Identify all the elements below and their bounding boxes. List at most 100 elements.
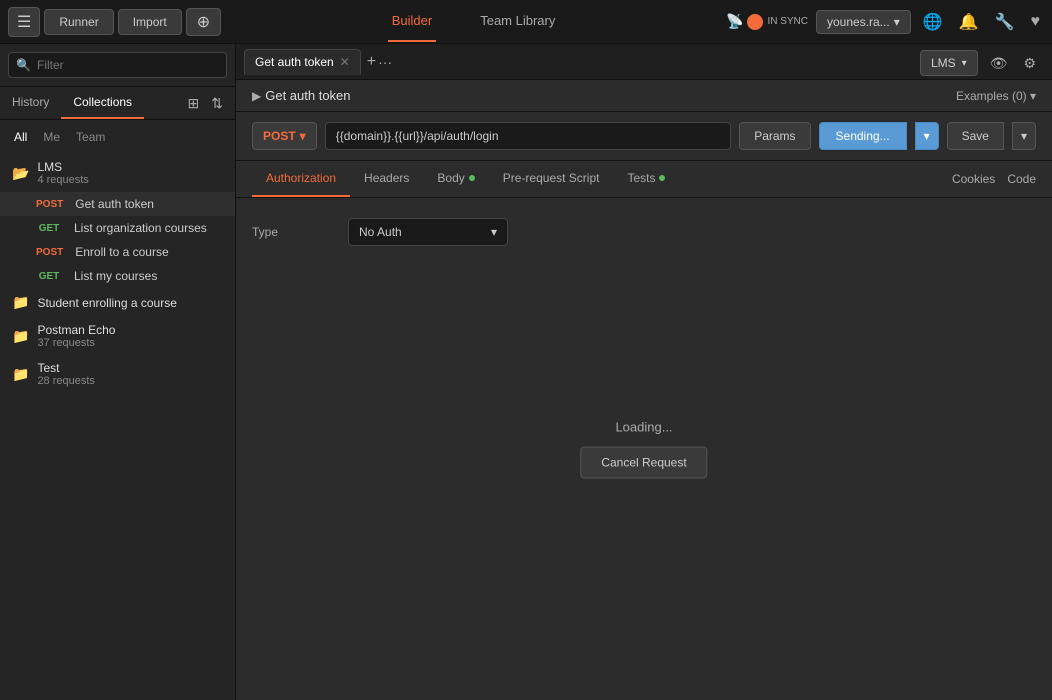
bell-icon[interactable]: 🔔 <box>955 8 983 36</box>
tab-add-button[interactable]: + <box>367 53 376 71</box>
topbar-left: ☰ Runner Import ⊕ <box>8 7 221 37</box>
sidebar-filter-area: 🔍 <box>0 44 235 87</box>
sidebar-tab-bar: History Collections ⊞ ⇅ <box>0 87 235 120</box>
import-button[interactable]: Import <box>118 9 182 35</box>
send-dropdown-button[interactable]: ▾ <box>915 122 939 150</box>
collection-postman[interactable]: 📁 Postman Echo 37 requests <box>0 317 235 355</box>
subtab-authorization[interactable]: Authorization <box>252 161 350 197</box>
type-value: No Auth <box>359 225 402 239</box>
body-dot <box>469 175 475 181</box>
subtab-headers-label: Headers <box>364 171 409 185</box>
collection-lms[interactable]: 📂 LMS 4 requests <box>0 154 235 192</box>
workspace-selector[interactable]: LMS ▾ <box>920 50 978 76</box>
request-list-my-courses[interactable]: GET List my courses <box>0 264 235 288</box>
tab-more-button[interactable]: ··· <box>378 54 392 70</box>
sort-button[interactable]: ⇅ <box>207 93 227 114</box>
subtab-tests[interactable]: Tests <box>613 161 679 197</box>
loading-overlay: Loading... Cancel Request <box>580 420 707 479</box>
tab-team-library[interactable]: Team Library <box>476 1 559 42</box>
send-button[interactable]: Sending... <box>819 122 907 150</box>
wrench-icon[interactable]: 🔧 <box>991 8 1019 36</box>
user-menu-button[interactable]: younes.ra... ▾ <box>816 10 911 34</box>
topbar-center: Builder Team Library <box>225 1 722 42</box>
request-name-get-auth: Get auth token <box>75 197 154 211</box>
collection-postman-info: Postman Echo 37 requests <box>37 323 115 349</box>
tab-get-auth-token[interactable]: Get auth token ✕ <box>244 49 361 75</box>
collection-student[interactable]: 📁 Student enrolling a course ··· <box>0 288 235 317</box>
filter-input[interactable] <box>8 52 227 78</box>
examples-label: Examples (0) <box>956 89 1027 103</box>
request-name-list-my: List my courses <box>74 269 157 283</box>
type-select[interactable]: No Auth ▾ <box>348 218 508 246</box>
main-layout: 🔍 History Collections ⊞ ⇅ All Me Team 📂 <box>0 44 1052 700</box>
code-link[interactable]: Code <box>1007 172 1036 186</box>
request-list-org-courses[interactable]: GET List organization courses <box>0 216 235 240</box>
request-get-auth-token[interactable]: POST Get auth token <box>0 192 235 216</box>
subtab-body[interactable]: Body <box>423 161 488 197</box>
params-button[interactable]: Params <box>739 122 810 150</box>
save-button[interactable]: Save <box>947 122 1004 150</box>
sync-dot <box>747 14 763 30</box>
collection-lms-meta: 4 requests <box>37 174 88 186</box>
runner-button[interactable]: Runner <box>44 9 113 35</box>
tab-history[interactable]: History <box>0 87 61 119</box>
new-collection-button[interactable]: ⊞ <box>184 93 204 114</box>
collections-list: 📂 LMS 4 requests POST Get auth token GET… <box>0 146 235 700</box>
collection-postman-name: Postman Echo <box>37 323 115 337</box>
save-dropdown-button[interactable]: ▾ <box>1012 122 1036 150</box>
method-select[interactable]: POST ▾ <box>252 122 317 150</box>
subtab-prerequest[interactable]: Pre-request Script <box>489 161 614 197</box>
examples-link[interactable]: Examples (0) ▾ <box>956 89 1036 103</box>
loading-text: Loading... <box>615 420 672 435</box>
seg-me[interactable]: Me <box>37 128 66 146</box>
subtab-prereq-label: Pre-request Script <box>503 171 600 185</box>
sync-status: 📡 IN SYNC <box>726 13 808 30</box>
sidebar: 🔍 History Collections ⊞ ⇅ All Me Team 📂 <box>0 44 236 700</box>
tab-collections[interactable]: Collections <box>61 87 144 119</box>
collection-test[interactable]: 📁 Test 28 requests <box>0 355 235 393</box>
folder-closed-icon-3: 📁 <box>12 366 29 383</box>
method-post-badge-2: POST <box>32 246 67 259</box>
new-tab-button[interactable]: ⊕ <box>186 8 221 36</box>
content-body: Type No Auth ▾ Loading... Cancel Request <box>236 198 1052 700</box>
workspace-label: LMS <box>931 56 956 70</box>
subtab-auth-label: Authorization <box>266 171 336 185</box>
collection-test-info: Test 28 requests <box>37 361 94 387</box>
user-label: younes.ra... <box>827 15 890 29</box>
cookies-link[interactable]: Cookies <box>952 172 995 186</box>
folder-closed-icon-2: 📁 <box>12 328 29 345</box>
settings-icon[interactable]: ⚙ <box>1019 51 1040 76</box>
cancel-request-button[interactable]: Cancel Request <box>580 447 707 479</box>
tab-close-button[interactable]: ✕ <box>340 56 350 68</box>
globe-icon[interactable]: 🌐 <box>919 8 947 36</box>
sidebar-actions: ⊞ ⇅ <box>184 93 235 114</box>
request-enroll[interactable]: POST Enroll to a course <box>0 240 235 264</box>
seg-all[interactable]: All <box>8 128 33 146</box>
url-bar: POST ▾ Params Sending... ▾ Save ▾ <box>236 112 1052 161</box>
sub-tabs-right: Cookies Code <box>952 172 1036 186</box>
collection-student-name: Student enrolling a course <box>37 296 176 310</box>
tests-dot <box>659 175 665 181</box>
collection-postman-meta: 37 requests <box>37 337 115 349</box>
request-name-enroll: Enroll to a course <box>75 245 168 259</box>
heart-icon[interactable]: ♥ <box>1027 9 1045 35</box>
collection-lms-info: LMS 4 requests <box>37 160 88 186</box>
seg-team[interactable]: Team <box>70 128 111 146</box>
topbar: ☰ Runner Import ⊕ Builder Team Library 📡… <box>0 0 1052 44</box>
eye-icon[interactable]: 👁 <box>986 51 1012 76</box>
sidebar-toggle-button[interactable]: ☰ <box>8 7 40 37</box>
folder-open-icon: 📂 <box>12 165 29 182</box>
url-input[interactable] <box>325 122 731 150</box>
subtab-headers[interactable]: Headers <box>350 161 423 197</box>
request-breadcrumb: ▶ Get auth token Examples (0) ▾ <box>236 80 1052 112</box>
method-get-badge-2: GET <box>32 270 66 283</box>
tab-label: Get auth token <box>255 55 334 69</box>
collection-test-meta: 28 requests <box>37 375 94 387</box>
breadcrumb-arrow: ▶ <box>252 89 261 103</box>
request-name-list-org: List organization courses <box>74 221 207 235</box>
collection-test-name: Test <box>37 361 94 375</box>
tab-builder[interactable]: Builder <box>388 1 436 42</box>
type-label: Type <box>252 225 332 239</box>
subtab-tests-label: Tests <box>627 171 655 185</box>
sync-label: IN SYNC <box>767 16 808 27</box>
